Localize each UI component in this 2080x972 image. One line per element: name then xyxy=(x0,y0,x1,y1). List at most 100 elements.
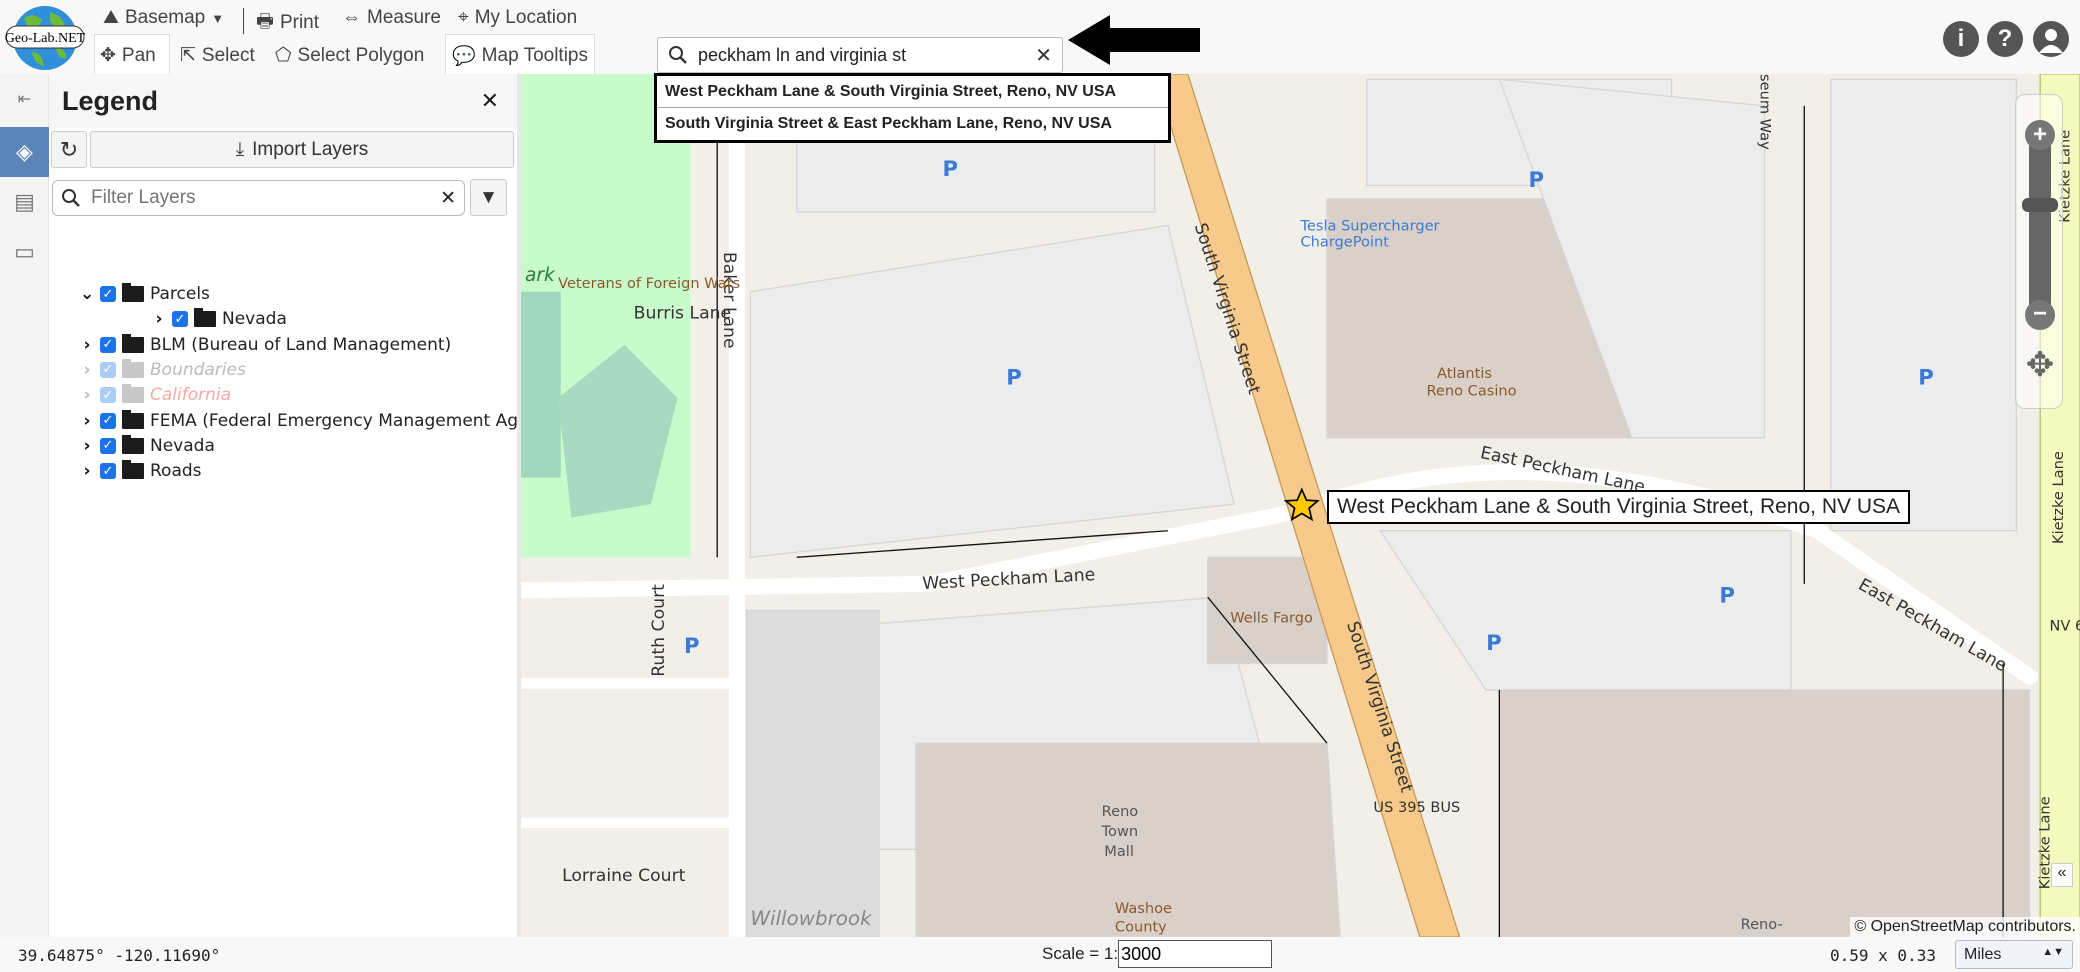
layer-checkbox[interactable]: ✓ xyxy=(100,463,116,480)
search-box: ✕ xyxy=(657,37,1063,73)
mountain-icon: ⛰ xyxy=(103,7,119,28)
layer-item[interactable]: › ✓ FEMA (Federal Emergency Management Age… xyxy=(80,409,565,431)
zoom-out-icon[interactable]: − xyxy=(2025,300,2055,330)
layer-checkbox[interactable]: ✓ xyxy=(172,311,188,328)
chevron-down-icon[interactable]: ⌄ xyxy=(80,284,94,304)
units-select[interactable]: Miles ▲▼ xyxy=(1955,940,2073,969)
layer-item[interactable]: › ✓ Roads xyxy=(80,460,202,482)
select-button[interactable]: ⇱ Select xyxy=(180,44,255,67)
zoom-control: + − ✥ xyxy=(2015,94,2063,409)
search-result-item[interactable]: West Peckham Lane & South Virginia Stree… xyxy=(657,76,1168,108)
layer-label: Nevada xyxy=(150,435,215,456)
legend-panel: Legend ✕ ↻ ⤓Import Layers ✕ ▼ ⌄ ✓ Parcels › ✓… xyxy=(49,74,565,937)
layer-item[interactable]: › ✓ California xyxy=(80,384,231,405)
attribution: © OpenStreetMap contributors. xyxy=(1850,917,2080,937)
svg-text:P: P xyxy=(1918,366,1934,391)
svg-text:P: P xyxy=(1719,583,1735,608)
user-icon[interactable] xyxy=(2033,21,2069,57)
svg-text:Reno Casino: Reno Casino xyxy=(1426,382,1516,399)
expand-overview-button[interactable]: « xyxy=(2051,863,2073,887)
my-location-button[interactable]: ⌖ My Location xyxy=(458,7,577,29)
collapse-panel-icon[interactable]: ⇤ xyxy=(0,74,49,124)
svg-text:Wells Fargo: Wells Fargo xyxy=(1230,609,1313,626)
chevron-right-icon[interactable]: › xyxy=(80,335,94,355)
svg-text:P: P xyxy=(1006,366,1022,391)
close-icon[interactable]: ✕ xyxy=(481,88,499,114)
print-button[interactable]: 🖶 Print xyxy=(256,7,319,39)
zoom-in-icon[interactable]: + xyxy=(2025,120,2055,150)
svg-text:US 395 BUS: US 395 BUS xyxy=(1373,799,1460,816)
refresh-icon: ↻ xyxy=(59,136,79,162)
filter-layers-input[interactable] xyxy=(91,187,441,209)
layers-icon[interactable]: ◈ xyxy=(0,127,49,177)
layer-checkbox[interactable]: ✓ xyxy=(100,286,116,302)
layer-item[interactable]: › ✓ Nevada xyxy=(152,308,287,329)
caret-down-icon: ▼ xyxy=(211,10,225,26)
zoom-slider-handle[interactable] xyxy=(2022,198,2058,212)
search-result-item[interactable]: South Virginia Street & East Peckham Lan… xyxy=(657,108,1168,140)
chevron-right-icon[interactable]: › xyxy=(80,411,94,431)
layer-label: Roads xyxy=(150,461,202,482)
chevron-right-icon[interactable]: › xyxy=(80,461,94,481)
layer-checkbox[interactable]: ✓ xyxy=(100,437,116,454)
reset-button[interactable]: ↻ xyxy=(51,131,87,168)
search-icon xyxy=(62,189,80,207)
layer-item[interactable]: ⌄ ✓ Parcels xyxy=(80,283,210,304)
svg-text:NV 667: NV 667 xyxy=(2050,617,2080,634)
clear-filter-icon[interactable]: ✕ xyxy=(440,187,456,210)
svg-text:Mall: Mall xyxy=(1104,843,1134,860)
layer-item[interactable]: › ✓ Nevada xyxy=(80,434,215,456)
pan-button[interactable]: ✥ Pan xyxy=(100,44,156,67)
layer-checkbox[interactable]: ✓ xyxy=(100,336,116,353)
clear-search-icon[interactable]: ✕ xyxy=(1035,43,1052,68)
filter-button[interactable]: ▼ xyxy=(470,179,507,216)
svg-text:Veterans of Foreign Wars: Veterans of Foreign Wars xyxy=(558,275,740,292)
location-popup: West Peckham Lane & South Virginia Stree… xyxy=(1327,490,1911,524)
panel-icon[interactable]: ▭ xyxy=(0,227,49,277)
scale-input[interactable] xyxy=(1118,940,1273,968)
folder-icon xyxy=(122,409,144,429)
measure-button[interactable]: ⇔ Measure xyxy=(342,7,441,29)
zoom-slider-track[interactable] xyxy=(2029,125,2051,325)
info-icon[interactable]: i xyxy=(1943,21,1979,57)
folder-icon xyxy=(194,308,216,328)
chevron-right-icon[interactable]: › xyxy=(152,309,166,329)
layer-checkbox[interactable]: ✓ xyxy=(100,412,116,429)
geo-lab-logo: Geo-Lab.NET xyxy=(5,6,86,70)
svg-text:seum Way: seum Way xyxy=(1757,74,1774,150)
layer-item[interactable]: › ✓ Boundaries xyxy=(80,358,246,380)
svg-text:P: P xyxy=(1486,631,1502,656)
basemap-button[interactable]: ⛰ Basemap ▼ xyxy=(103,7,224,29)
layer-checkbox[interactable]: ✓ xyxy=(100,387,116,404)
help-icon[interactable]: ? xyxy=(1987,21,2023,57)
svg-text:Kietzke Lane: Kietzke Lane xyxy=(2050,451,2067,544)
svg-text:Willowbrook: Willowbrook xyxy=(750,907,873,930)
map-tooltips-button[interactable]: 💬 Map Tooltips xyxy=(452,44,588,68)
folder-icon xyxy=(122,460,144,480)
svg-text:ark: ark xyxy=(525,265,556,286)
chevron-right-icon[interactable]: › xyxy=(80,436,94,456)
svg-text:P: P xyxy=(943,157,959,182)
coordinates-readout: 39.64875° -120.11690° xyxy=(18,946,221,965)
svg-text:Washoe: Washoe xyxy=(1115,900,1172,917)
search-icon xyxy=(669,46,687,64)
table-icon[interactable]: ▤ xyxy=(0,177,49,227)
chevron-right-icon[interactable]: › xyxy=(80,360,94,380)
search-input[interactable] xyxy=(698,44,1036,66)
svg-text:P: P xyxy=(1529,168,1545,193)
svg-text:Tesla Supercharger: Tesla Supercharger xyxy=(1300,218,1440,235)
select-arrows-icon: ▲▼ xyxy=(2042,946,2064,958)
crosshair-icon: ⌖ xyxy=(458,7,469,28)
chevron-right-icon[interactable]: › xyxy=(80,385,94,405)
select-polygon-button[interactable]: ⬠ Select Polygon xyxy=(275,44,424,67)
svg-text:Geo-Lab.NET: Geo-Lab.NET xyxy=(5,31,86,46)
search-results: West Peckham Lane & South Virginia Stree… xyxy=(654,73,1171,143)
pan-arrows-icon[interactable]: ✥ xyxy=(2020,345,2060,385)
ruler-icon: ⇔ xyxy=(342,7,361,28)
import-layers-button[interactable]: ⤓ Import Layers xyxy=(90,131,514,168)
printer-icon: 🖶 xyxy=(256,11,274,32)
layer-item[interactable]: › ✓ BLM (Bureau of Land Management) xyxy=(80,333,451,355)
layer-checkbox[interactable]: ✓ xyxy=(100,361,116,378)
funnel-icon: ▼ xyxy=(479,186,498,208)
folder-icon xyxy=(122,333,144,353)
